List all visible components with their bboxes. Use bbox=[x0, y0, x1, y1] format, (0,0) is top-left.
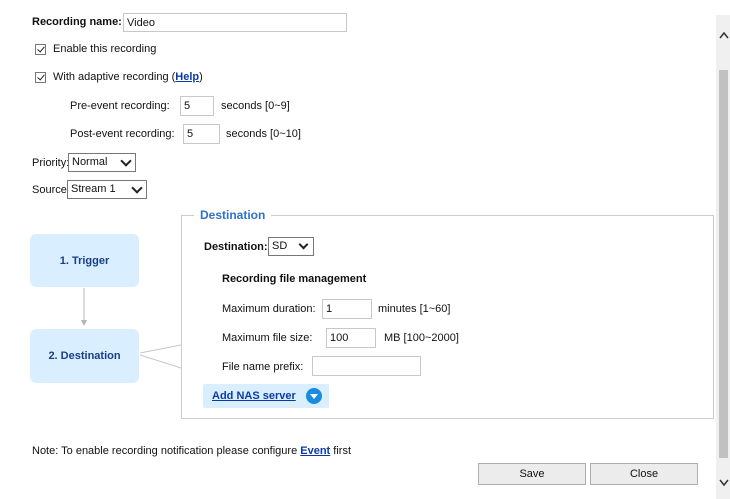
add-nas-server-link[interactable]: Add NAS server bbox=[212, 390, 296, 402]
scrollbar-thumb[interactable] bbox=[719, 70, 728, 458]
file-prefix-label: File name prefix: bbox=[222, 361, 304, 373]
save-button[interactable]: Save bbox=[478, 463, 586, 485]
max-size-input[interactable] bbox=[326, 328, 376, 348]
max-duration-input[interactable] bbox=[322, 299, 372, 319]
scroll-up-icon[interactable] bbox=[718, 30, 730, 40]
file-management-title: Recording file management bbox=[222, 273, 367, 285]
add-nas-server-button[interactable]: Add NAS server bbox=[203, 384, 329, 408]
max-size-unit: MB [100~2000] bbox=[384, 332, 459, 344]
max-size-label: Maximum file size: bbox=[222, 332, 313, 344]
note-text: Note: To enable recording notification p… bbox=[32, 445, 351, 457]
destination-value: SD bbox=[272, 240, 288, 252]
destination-label: Destination: bbox=[204, 241, 268, 253]
close-button[interactable]: Close bbox=[590, 463, 698, 485]
file-prefix-input[interactable] bbox=[312, 356, 421, 376]
chevron-down-icon bbox=[298, 239, 309, 250]
max-duration-label: Maximum duration: bbox=[222, 303, 316, 315]
scroll-down-icon[interactable] bbox=[718, 478, 730, 488]
max-duration-unit: minutes [1~60] bbox=[378, 303, 451, 315]
expand-down-icon[interactable] bbox=[306, 388, 322, 404]
destination-select[interactable]: SD bbox=[268, 237, 314, 256]
destination-legend: Destination bbox=[194, 208, 272, 222]
event-link[interactable]: Event bbox=[300, 445, 330, 457]
